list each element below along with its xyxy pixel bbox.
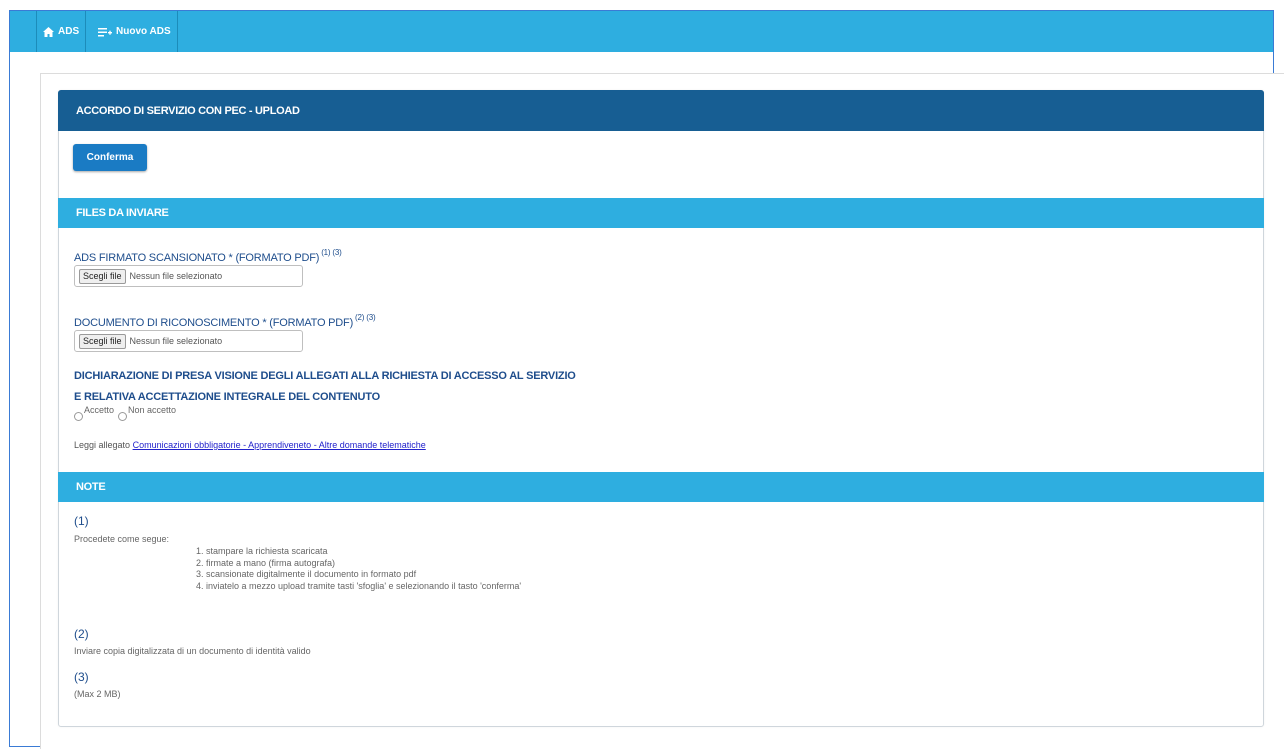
note1-number: (1) [74, 514, 89, 528]
accept-radio[interactable] [74, 412, 83, 421]
ads-file-status: Nessun file selezionato [129, 271, 223, 281]
attachment-link[interactable]: Comunicazioni obbligatorie - Apprendiven… [133, 440, 426, 450]
declaration-radio-group: Accetto Non accetto [74, 405, 180, 421]
home-icon [43, 26, 54, 37]
ads-file-label-text: ADS FIRMATO SCANSIONATO * (FORMATO PDF) [74, 252, 320, 264]
note3-number: (3) [74, 670, 89, 684]
form-card [58, 90, 1264, 727]
reject-radio[interactable] [118, 412, 128, 421]
nav-home-link[interactable]: ADS [36, 11, 87, 52]
id-document-file-input[interactable]: Scegli file Nessun file selezionato [74, 330, 303, 352]
id-document-choose-file-button[interactable]: Scegli file [79, 333, 126, 349]
ads-choose-file-button[interactable]: Scegli file [79, 268, 126, 284]
note1-intro: Procedete come segue: [74, 534, 170, 544]
id-document-file-status: Nessun file selezionato [129, 336, 223, 346]
nav-new-ads-label: Nuovo ADS [116, 26, 171, 37]
note1-steps-list: 1. stampare la richiesta scaricata 2. fi… [196, 546, 521, 592]
top-navbar: ADS Nuovo ADS [10, 11, 1273, 52]
note2-text: Inviare copia digitalizzata di un docume… [74, 646, 311, 656]
reject-radio-label[interactable]: Non accetto [128, 405, 176, 415]
id-document-label-text: DOCUMENTO DI RICONOSCIMENTO * (FORMATO P… [74, 317, 354, 329]
declaration-text-line2: E RELATIVA ACCETTAZIONE INTEGRALE DEL CO… [74, 391, 380, 403]
read-attachment-prefix: Leggi allegato [74, 440, 131, 450]
list-item: 2. firmate a mano (firma autografa) [196, 557, 336, 568]
notes-section-title: NOTE [58, 472, 1264, 502]
card-title: ACCORDO DI SERVIZIO CON PEC - UPLOAD [58, 90, 1264, 131]
id-document-label: DOCUMENTO DI RICONOSCIMENTO * (FORMATO P… [74, 313, 376, 329]
files-section-title: FILES DA INVIARE [58, 198, 1264, 228]
note2-number: (2) [74, 627, 89, 641]
confirm-button[interactable]: Conferma [73, 144, 147, 171]
ads-file-label: ADS FIRMATO SCANSIONATO * (FORMATO PDF)(… [74, 248, 342, 264]
ads-file-input[interactable]: Scegli file Nessun file selezionato [74, 265, 303, 287]
list-item: 4. inviatelo a mezzo upload tramite tast… [196, 580, 522, 591]
list-add-icon [98, 27, 112, 36]
nav-new-ads-link[interactable]: Nuovo ADS [92, 11, 178, 52]
id-document-refs: (2) (3) [355, 313, 376, 322]
ads-file-refs: (1) (3) [321, 248, 342, 257]
declaration-text-line1: DICHIARAZIONE DI PRESA VISIONE DEGLI ALL… [74, 370, 576, 382]
accept-radio-label[interactable]: Accetto [84, 405, 114, 415]
read-attachment-line: Leggi allegato Comunicazioni obbligatori… [74, 440, 426, 450]
list-item: 3. scansionate digitalmente il documento… [196, 569, 417, 579]
nav-home-label: ADS [58, 26, 80, 37]
list-item: 1. stampare la richiesta scaricata [196, 546, 328, 556]
note3-text: (Max 2 MB) [74, 689, 121, 699]
